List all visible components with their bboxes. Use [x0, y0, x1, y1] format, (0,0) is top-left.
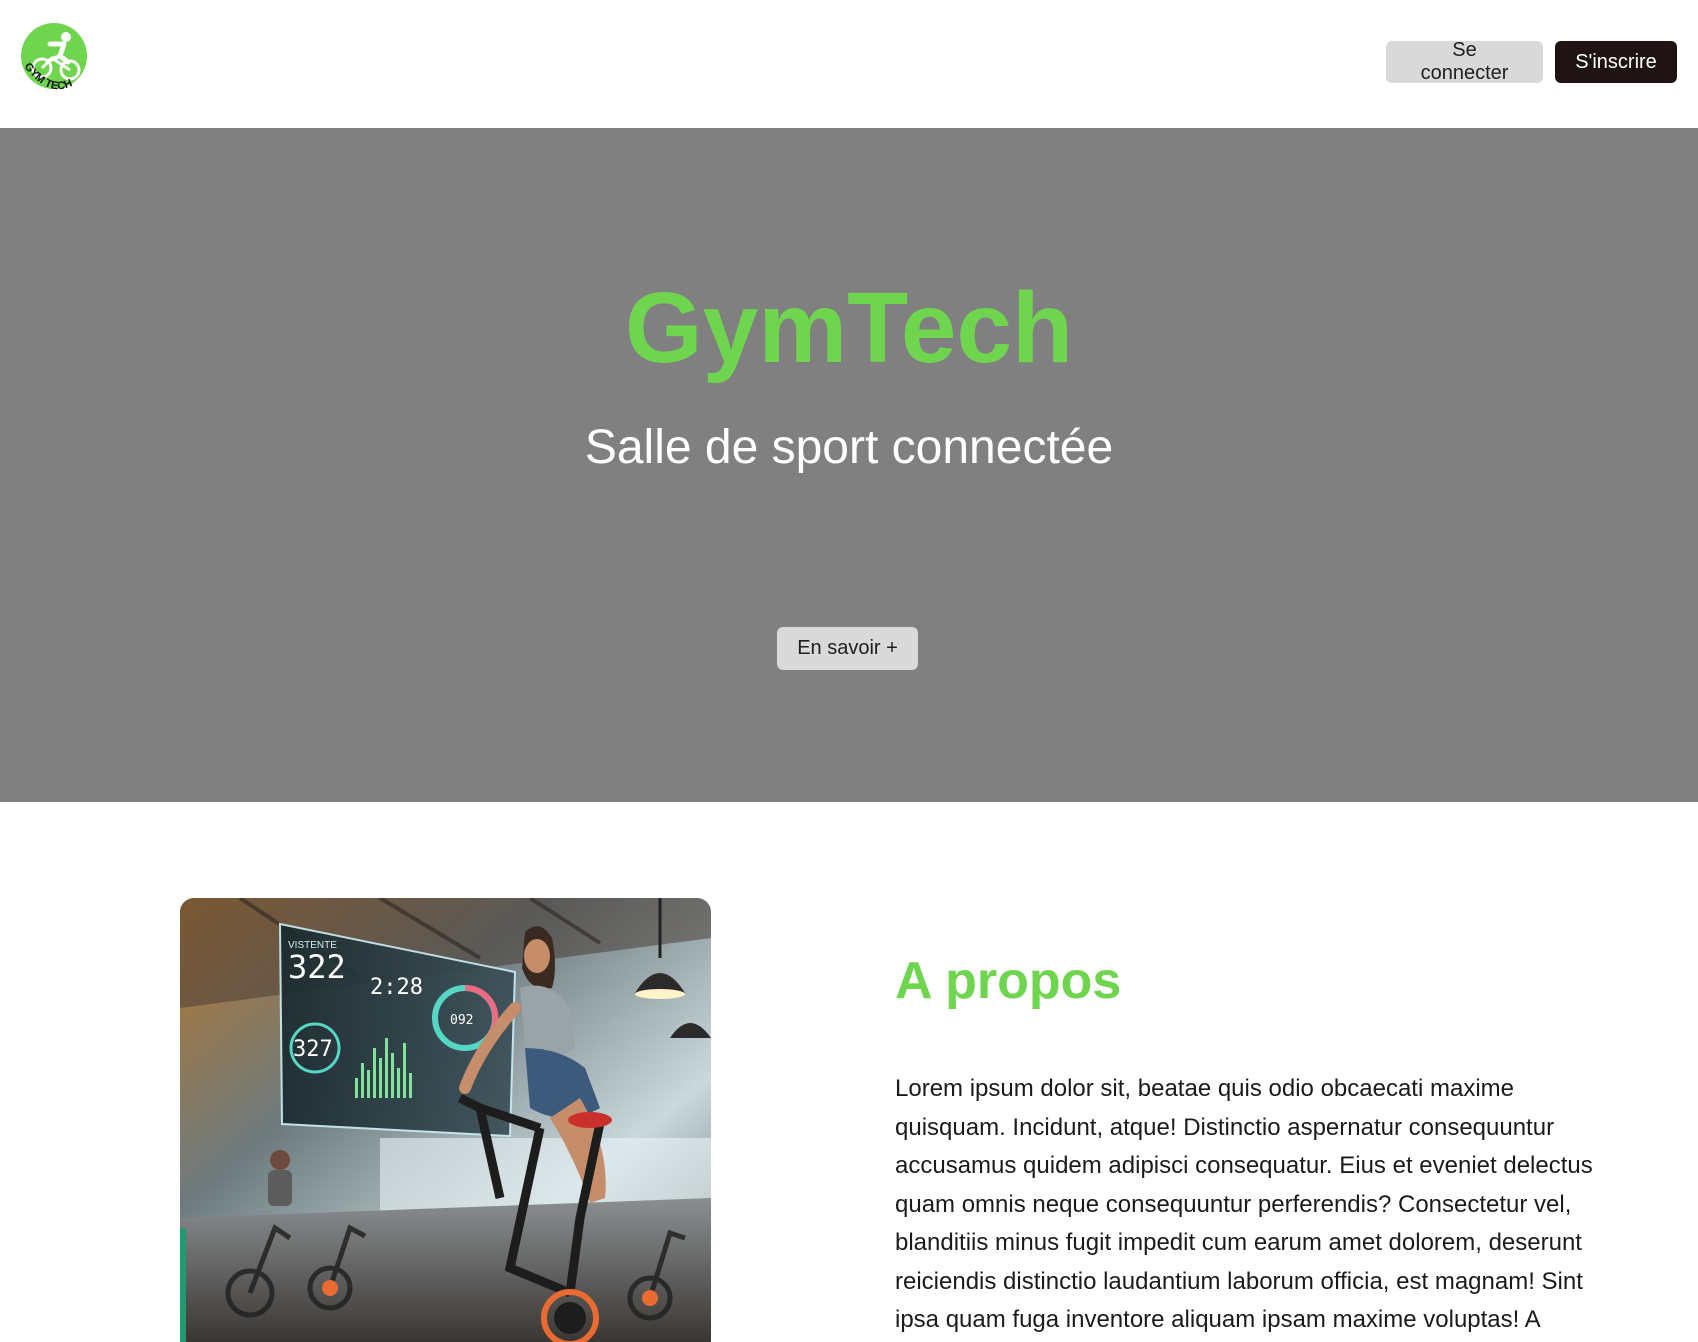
signup-button[interactable]: S'inscrire: [1555, 41, 1677, 83]
login-button[interactable]: Se connecter: [1386, 39, 1543, 84]
about-image: VISTENTE 322 2:28 092 327: [180, 898, 711, 1342]
hero-title: GymTech: [624, 272, 1074, 384]
gymtech-logo[interactable]: GYM TECH: [20, 22, 90, 94]
about-title: A propos: [895, 952, 1122, 1010]
cyclist-logo-icon: GYM TECH: [21, 23, 87, 92]
hero-subtitle: Salle de sport connectée: [584, 421, 1114, 474]
hero-section: GymTech Salle de sport connectée En savo…: [0, 128, 1698, 802]
header-actions: Se connecter S'inscrire: [1386, 39, 1677, 84]
site-header: GYM TECH Se connecter S'inscrire: [0, 0, 1698, 128]
gym-cycling-illustration: VISTENTE 322 2:28 092 327: [180, 898, 711, 1342]
metric-main: 322: [288, 948, 346, 986]
metric-time: 2:28: [370, 975, 423, 1000]
metric-circle: 327: [293, 1037, 333, 1062]
metric-ring: 092: [450, 1013, 473, 1028]
about-text: Lorem ipsum dolor sit, beatae quis odio …: [895, 1075, 1593, 1333]
learn-more-button[interactable]: En savoir +: [777, 627, 918, 670]
